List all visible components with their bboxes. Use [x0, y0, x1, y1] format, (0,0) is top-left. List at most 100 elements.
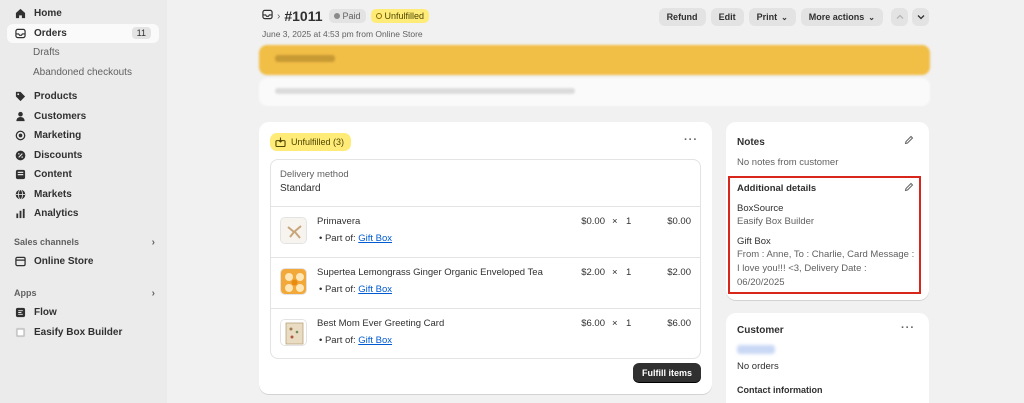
- gift-box-label: Gift Box: [737, 236, 771, 247]
- sidebar-item-label: Marketing: [34, 130, 82, 142]
- previous-order-button[interactable]: [891, 8, 908, 26]
- bar-chart-icon: [15, 208, 26, 219]
- sidebar-item-online-store[interactable]: Online Store: [0, 252, 159, 272]
- apps-heading[interactable]: Apps ›: [0, 284, 167, 304]
- sidebar-item-drafts[interactable]: Drafts: [0, 43, 167, 63]
- part-of-label: Part of:: [324, 284, 356, 295]
- part-of: • Part of: Gift Box: [319, 335, 393, 346]
- info-banner: [259, 78, 930, 106]
- sidebar-item-content[interactable]: Content: [0, 165, 159, 185]
- sidebar-item-markets[interactable]: Markets: [0, 185, 159, 205]
- refund-button[interactable]: Refund: [658, 8, 706, 26]
- discount-icon: [15, 150, 26, 161]
- product-name[interactable]: Primavera: [317, 216, 360, 227]
- page-title: #1011: [284, 8, 323, 24]
- unfulfilled-card: Unfulfilled (3) ··· Delivery method Stan…: [259, 122, 712, 394]
- part-of-label: Part of:: [324, 335, 356, 346]
- store-icon: [15, 256, 26, 267]
- edit-button[interactable]: Edit: [710, 8, 744, 26]
- unfulfilled-badge-label: Unfulfilled (3): [291, 137, 345, 147]
- line-items-panel: Delivery method Standard Primavera • Par…: [270, 159, 701, 359]
- order-subtitle: June 3, 2025 at 4:53 pm from Online Stor…: [262, 29, 423, 39]
- sidebar-item-label: Easify Box Builder: [34, 326, 123, 338]
- more-options-icon[interactable]: ···: [901, 322, 915, 334]
- sidebar-item-flow[interactable]: Flow: [0, 303, 159, 323]
- quantity: 1: [626, 318, 632, 329]
- sidebar-item-analytics[interactable]: Analytics: [0, 204, 159, 224]
- unit-price: $0.00: [581, 216, 605, 227]
- line-item: Primavera • Part of: Gift Box $0.00 × 1 …: [271, 206, 700, 257]
- sidebar-item-marketing[interactable]: Marketing: [0, 126, 159, 146]
- print-label: Print: [756, 12, 778, 22]
- part-of-label: Part of:: [324, 233, 356, 244]
- sidebar-item-label: Customers: [34, 110, 87, 122]
- quantity: 1: [626, 216, 632, 227]
- paid-label: Paid: [342, 11, 361, 21]
- fulfill-items-button[interactable]: Fulfill items: [632, 363, 701, 382]
- sidebar-item-home[interactable]: Home: [0, 4, 159, 24]
- sidebar-item-label: Analytics: [34, 208, 79, 220]
- customer-card: Customer ··· No orders Contact informati…: [726, 313, 929, 403]
- product-name[interactable]: Best Mom Ever Greeting Card: [317, 318, 444, 329]
- line-total: $0.00: [667, 216, 691, 227]
- unfulfilled-count-badge: Unfulfilled (3): [270, 133, 352, 151]
- sales-channels-heading[interactable]: Sales channels ›: [0, 233, 167, 253]
- line-total: $6.00: [667, 318, 691, 329]
- gift-box-value-line1: From : Anne, To : Charlie, Card Message …: [737, 249, 915, 260]
- sidebar-item-label: Markets: [34, 188, 72, 200]
- delivery-method-label: Delivery method: [280, 169, 349, 180]
- customer-orders: No orders: [737, 361, 779, 372]
- product-thumbnail[interactable]: [280, 217, 307, 244]
- orders-count-badge: 11: [131, 27, 151, 40]
- product-thumbnail[interactable]: [280, 319, 307, 346]
- sidebar-item-customers[interactable]: Customers: [0, 107, 159, 127]
- status-dot-icon: [333, 13, 340, 19]
- print-button[interactable]: Print ⌄: [748, 8, 796, 26]
- sidebar-item-products[interactable]: Products: [0, 87, 159, 107]
- sidebar-item-orders[interactable]: Orders 11: [7, 23, 159, 43]
- gift-box-link[interactable]: Gift Box: [358, 284, 392, 295]
- chevron-up-icon: [896, 14, 903, 19]
- unit-price: $6.00: [581, 318, 605, 329]
- blurred-text: [275, 88, 575, 94]
- part-of: • Part of: Gift Box: [319, 233, 393, 244]
- gift-box-link[interactable]: Gift Box: [358, 233, 392, 244]
- sidebar-item-label: Discounts: [34, 149, 83, 161]
- package-icon: [275, 137, 286, 147]
- paid-status-badge: Paid: [328, 9, 366, 23]
- more-options-icon[interactable]: ···: [684, 134, 698, 146]
- home-icon: [15, 8, 26, 19]
- order-pager: [891, 8, 929, 26]
- blurred-text: [275, 55, 335, 62]
- product-name[interactable]: Supertea Lemongrass Ginger Organic Envel…: [317, 267, 543, 278]
- sidebar-item-easify-box-builder[interactable]: Easify Box Builder: [0, 323, 159, 343]
- pencil-icon[interactable]: [904, 182, 914, 195]
- notes-empty-text: No notes from customer: [737, 157, 839, 168]
- next-order-button[interactable]: [912, 8, 929, 26]
- sidebar-item-discounts[interactable]: Discounts: [0, 146, 159, 166]
- orders-icon[interactable]: [262, 9, 273, 23]
- status-ring-icon: [375, 13, 382, 19]
- sidebar-item-label: Home: [34, 8, 62, 20]
- boxsource-value: Easify Box Builder: [737, 216, 815, 227]
- notes-card: Notes No notes from customer Additional …: [726, 122, 929, 300]
- sales-channels-label: Sales channels: [14, 237, 80, 248]
- pencil-icon[interactable]: [904, 135, 914, 148]
- product-thumbnail[interactable]: [280, 268, 307, 295]
- multiply-sign: ×: [612, 318, 618, 329]
- line-total: $2.00: [667, 267, 691, 278]
- chevron-right-icon: ›: [151, 287, 155, 299]
- person-icon: [15, 111, 26, 122]
- sidebar-item-abandoned-checkouts[interactable]: Abandoned checkouts: [0, 63, 167, 83]
- gift-box-link[interactable]: Gift Box: [358, 335, 392, 346]
- target-icon: [15, 130, 26, 141]
- notes-title: Notes: [737, 137, 765, 148]
- more-actions-button[interactable]: More actions ⌄: [800, 8, 883, 26]
- customer-name-link[interactable]: [737, 345, 775, 354]
- boxsource-label: BoxSource: [737, 203, 784, 214]
- multiply-sign: ×: [612, 267, 618, 278]
- fulfillment-status-badge: Unfulfilled: [370, 9, 430, 23]
- part-of: • Part of: Gift Box: [319, 284, 393, 295]
- delivery-method: Delivery method Standard: [280, 169, 349, 194]
- quantity: 1: [626, 267, 632, 278]
